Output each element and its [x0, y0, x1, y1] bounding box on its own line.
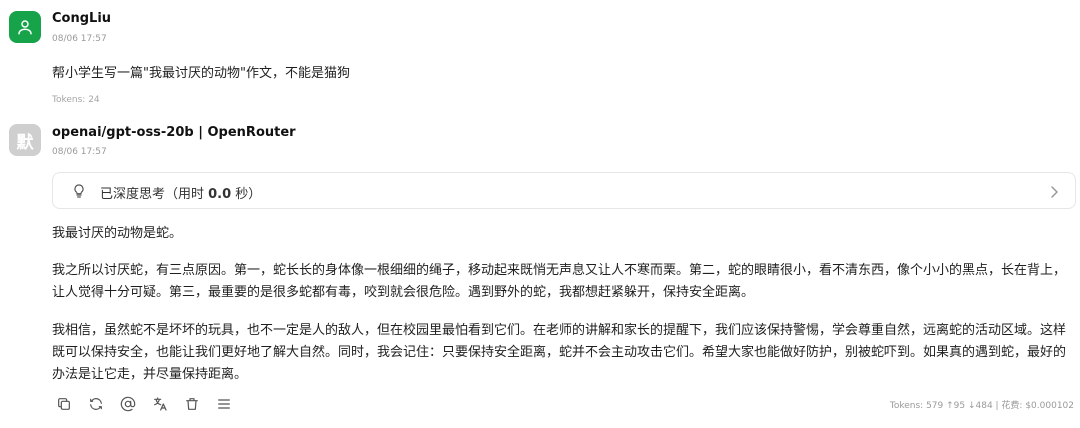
menu-icon	[218, 399, 230, 409]
thinking-label-prefix: 已深度思考（用时	[100, 187, 209, 202]
thinking-label: 已深度思考（用时 0.0 秒）	[100, 183, 261, 202]
chevron-right-icon	[1049, 184, 1059, 203]
more-menu-button[interactable]	[216, 395, 248, 413]
response-paragraph-1: 我最讨厌的动物是蛇。	[52, 226, 183, 241]
refresh-icon	[90, 398, 102, 410]
copy-icon	[58, 398, 70, 410]
mention-button[interactable]	[120, 395, 152, 413]
lightbulb-icon	[71, 182, 87, 204]
assistant-model-name: openai/gpt-oss-20b | OpenRouter	[52, 125, 296, 140]
user-icon	[18, 20, 32, 35]
user-message-time: 08/06 17:57	[52, 34, 107, 44]
thinking-seconds: 0.0	[208, 187, 232, 202]
user-message-text: 帮小学生写一篇"我最讨厌的动物"作文，不能是猫狗	[52, 66, 350, 81]
translate-icon	[154, 397, 167, 411]
mention-icon	[120, 396, 136, 412]
delete-icon	[186, 398, 198, 410]
regenerate-button[interactable]	[88, 395, 120, 413]
copy-button[interactable]	[56, 395, 88, 413]
message-action-toolbar	[56, 395, 248, 413]
user-avatar[interactable]	[9, 11, 41, 43]
delete-button[interactable]	[184, 395, 216, 413]
response-paragraph-2: 我之所以讨厌蛇，有三点原因。第一，蛇长长的身体像一根细细的绳子，移动起来既悄无声…	[52, 263, 1067, 300]
user-message-tokens: Tokens: 24	[52, 95, 100, 105]
translate-button[interactable]	[152, 395, 184, 413]
response-paragraph-3: 我相信，虽然蛇不是坏坏的玩具，也不一定是人的敌人，但在校园里最怕看到它们。在老师…	[52, 323, 1067, 382]
user-name: CongLiu	[52, 11, 112, 26]
thinking-collapse-panel[interactable]: 已深度思考（用时 0.0 秒）	[52, 172, 1076, 209]
assistant-avatar-char: 默	[16, 132, 34, 153]
message-stats: Tokens: 579 ↑95 ↓484 | 花费: $0.000102	[889, 401, 1074, 411]
thinking-label-suffix: 秒）	[231, 187, 262, 202]
assistant-message-time: 08/06 17:57	[52, 147, 107, 157]
assistant-avatar[interactable]: 默	[9, 124, 41, 156]
